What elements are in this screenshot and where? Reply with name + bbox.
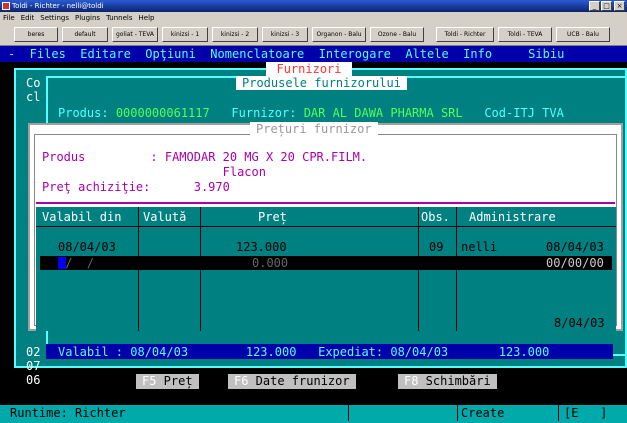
session-default-button[interactable]: default: [62, 27, 108, 42]
session-toldi-richter-button[interactable]: Toldi - Richter: [436, 27, 494, 42]
cod-itj-label: Cod-ITJ TVA: [484, 106, 564, 120]
session-toldi-teva-button[interactable]: Toldi - TEVA: [498, 27, 552, 42]
row2-date: 00/00/00: [546, 256, 604, 270]
terminal-menu[interactable]: - Files Editare Opţiuni Nomenclatoare In…: [8, 46, 564, 62]
status-create: Create: [461, 406, 505, 420]
furnizori-left-text: Co cl: [26, 76, 41, 104]
valabil-status: Valabil : 08/04/03: [58, 345, 189, 359]
expediat-status: Expediat: 08/04/03: [318, 345, 449, 359]
pret-achizitie-value: 3.970: [193, 180, 230, 194]
col-header-valabil: Valabil din: [42, 210, 122, 224]
col-header-pret: Preț: [258, 210, 287, 224]
f5-label: Preț: [156, 374, 193, 388]
menu-edit[interactable]: Edit: [18, 12, 38, 24]
f5-pret-button[interactable]: F5 Preț: [136, 374, 199, 389]
produs-label: Produs: [42, 150, 86, 164]
session-toolbar: beres default goliat - TEVA kinizsi - 1 …: [0, 24, 627, 46]
f8-key: F8: [404, 374, 419, 388]
table-header-divider: [36, 226, 616, 227]
row1-obs[interactable]: 09: [429, 240, 443, 254]
f6-key: F6: [234, 374, 249, 388]
expediat-total: 123.000: [498, 345, 550, 359]
menu-help[interactable]: Help: [136, 12, 158, 24]
status-divider: [348, 405, 349, 421]
status-runtime: Runtime: Richter: [10, 406, 126, 420]
session-ozone-balu-button[interactable]: Ozone - Balu: [370, 27, 424, 42]
status-divider: [457, 405, 458, 421]
menu-tunnels[interactable]: Tunnels: [103, 12, 135, 24]
info-divider: [36, 202, 615, 204]
menu-settings[interactable]: Settings: [37, 12, 72, 24]
f8-label: Schimbări: [418, 374, 491, 388]
f8-schimbari-button[interactable]: F8 Schimbări: [398, 374, 497, 389]
produs-label: Produs:: [58, 106, 109, 120]
col-header-obs: Obs.: [421, 210, 450, 224]
window-divider: [46, 366, 613, 367]
window-title: Toldi - Richter - nelli@toldi: [12, 2, 104, 10]
menubar: File Edit Settings Plugins Tunnels Help: [0, 12, 627, 24]
close-button[interactable]: ×: [614, 1, 625, 11]
valabil-status-text: Valabil : 08/04/03 123.000 Expediat: 08/…: [58, 345, 549, 359]
session-goliat-teva-button[interactable]: goliat - TEVA: [112, 27, 158, 42]
session-kinizsi-2-button[interactable]: kinizsi - 2: [212, 27, 258, 42]
product-window-title: Produsele furnizorului: [236, 76, 407, 90]
col-header-valuta: Valută: [143, 210, 187, 224]
row1-valabil[interactable]: 08/04/03: [58, 240, 116, 254]
session-kinizsi-1-button[interactable]: kinizsi - 1: [162, 27, 208, 42]
menu-file[interactable]: File: [0, 12, 18, 24]
product-info-line: Produs: 0000000061117 Furnizor: DAR AL D…: [58, 106, 564, 120]
menu-plugins[interactable]: Plugins: [72, 12, 103, 24]
preturi-title: Prețuri furnizor: [250, 122, 378, 136]
window-titlebar: Toldi - Richter - nelli@toldi: [0, 0, 627, 12]
status-divider: [558, 405, 559, 421]
pret-achizitie-label: Preţ achiziţie:: [42, 180, 151, 194]
f6-label: Date frunizor: [248, 374, 350, 388]
row2-valabil-input[interactable]: / /: [58, 256, 109, 270]
preturi-info: Produs : FAMODAR 20 MG X 20 CPR.FILM. Fl…: [42, 150, 367, 195]
row1-pret[interactable]: 123.000: [236, 240, 287, 254]
f6-date-furnizor-button[interactable]: F6 Date frunizor: [228, 374, 356, 389]
produs-code: 0000000061117: [115, 106, 210, 120]
app-icon: [2, 2, 10, 10]
session-kinizsi-3-button[interactable]: kinizsi - 3: [262, 27, 308, 42]
minimize-button[interactable]: _: [589, 1, 600, 11]
session-organon-balu-button[interactable]: Organon - Balu: [312, 27, 366, 42]
footer-date: 8/04/03: [554, 316, 605, 330]
furnizor-name: DAR AL DAWA PHARMA SRL: [303, 106, 463, 120]
selected-table-row[interactable]: [40, 256, 612, 270]
produs-value: : FAMODAR 20 MG X 20 CPR.FILM.: [150, 150, 368, 164]
col-header-admin: Administrare: [469, 210, 556, 224]
row1-user: nelli: [461, 240, 498, 254]
row2-pret-input[interactable]: 0.000: [252, 256, 288, 270]
produs-form: Flacon: [222, 165, 266, 179]
furnizori-left-numbers: 02 07 06: [26, 345, 41, 387]
f5-key: F5: [142, 374, 157, 388]
valabil-pret: 123.000: [245, 345, 297, 359]
session-ucb-balu-button[interactable]: UCB - Balu: [556, 27, 610, 42]
session-beres-button[interactable]: beres: [14, 27, 58, 42]
status-mode: [E ]: [564, 406, 608, 420]
furnizori-title: Furnizori: [266, 62, 352, 76]
maximize-button[interactable]: □: [601, 1, 612, 11]
row1-date: 08/04/03: [546, 240, 604, 254]
furnizor-label: Furnizor:: [231, 106, 297, 120]
